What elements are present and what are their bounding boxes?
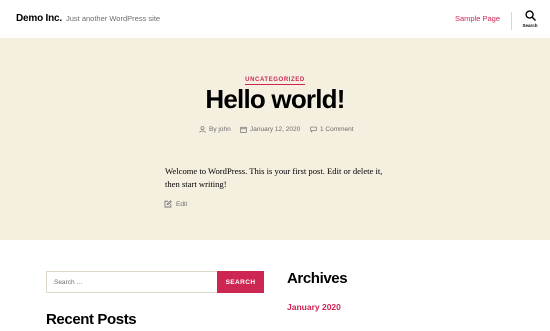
- site-title[interactable]: Demo Inc.: [16, 13, 62, 24]
- nav-link-sample-page[interactable]: Sample Page: [455, 14, 500, 23]
- user-icon: [199, 126, 206, 133]
- post-header: UNCATEGORIZED Hello world! By john Janua…: [0, 38, 550, 240]
- post-content: Welcome to WordPress. This is your first…: [165, 166, 383, 189]
- search-toggle-label: Search: [522, 23, 538, 28]
- site-description: Just another WordPress site: [66, 14, 161, 23]
- post-title[interactable]: Hello world!: [0, 84, 550, 115]
- search-toggle-button[interactable]: Search: [519, 10, 541, 34]
- search-widget: SEARCH: [46, 271, 264, 293]
- search-input[interactable]: [46, 271, 218, 293]
- post-comments[interactable]: 1 Comment: [310, 126, 354, 133]
- header-divider: [511, 12, 512, 30]
- edit-label: Edit: [176, 200, 188, 208]
- search-submit-button[interactable]: SEARCH: [217, 271, 264, 293]
- post-comments-label: 1 Comment: [320, 126, 354, 133]
- site-header: Demo Inc. Just another WordPress site Sa…: [0, 0, 550, 38]
- recent-posts-heading: Recent Posts: [46, 311, 137, 328]
- edit-post-link[interactable]: Edit: [164, 200, 187, 208]
- archive-link-january-2020[interactable]: January 2020: [287, 302, 341, 312]
- post-date[interactable]: January 12, 2020: [240, 126, 300, 133]
- calendar-icon: [240, 126, 247, 133]
- post-date-label: January 12, 2020: [250, 126, 301, 133]
- post-author[interactable]: By john: [199, 126, 231, 133]
- post-author-label: By john: [209, 126, 231, 133]
- comment-icon: [310, 126, 317, 133]
- archives-heading: Archives: [287, 270, 348, 287]
- edit-icon: [164, 200, 172, 208]
- search-icon: [524, 10, 536, 21]
